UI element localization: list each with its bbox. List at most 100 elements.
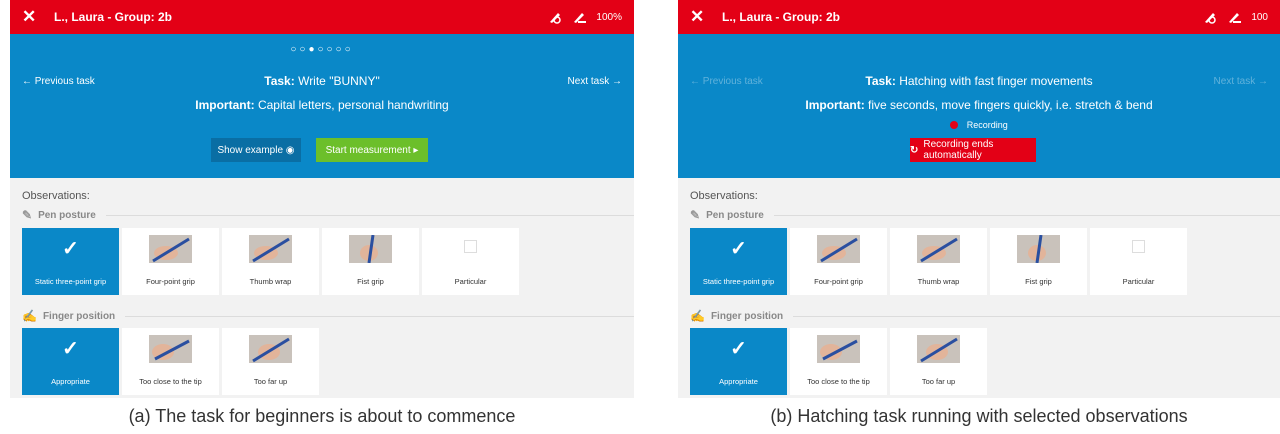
close-icon[interactable]: ✕ bbox=[690, 7, 716, 27]
finger-position-cards: ✓ Appropriate Too close to the tip Too f… bbox=[690, 328, 987, 395]
pen-battery-icon bbox=[574, 13, 587, 23]
recording-dot-icon bbox=[950, 121, 959, 129]
card-label: Appropriate bbox=[719, 377, 758, 386]
app-screen: ✕ L., Laura - Group: 2b 100% ○○●○○○○ ← P… bbox=[10, 0, 634, 398]
pen-posture-icon: ✎ bbox=[690, 208, 701, 222]
grip-photo bbox=[1017, 235, 1060, 263]
grip-photo bbox=[149, 235, 192, 263]
card-particular[interactable]: Particular bbox=[422, 228, 519, 295]
finger-photo bbox=[249, 335, 292, 363]
divider bbox=[125, 315, 634, 317]
task-value: Hatching with fast finger movements bbox=[899, 74, 1093, 88]
task-label: Task: bbox=[865, 74, 896, 88]
card-label: Static three-point grip bbox=[34, 277, 107, 286]
finger-position-label: Finger position bbox=[42, 310, 116, 322]
battery-level: 100 bbox=[1251, 11, 1268, 23]
pen-battery-icon bbox=[1229, 13, 1242, 23]
card-label: Thumb wrap bbox=[917, 277, 960, 286]
card-label: Too close to the tip bbox=[139, 377, 202, 386]
card-label: Too far up bbox=[921, 377, 956, 386]
app-title: L., Laura - Group: 2b bbox=[54, 10, 173, 24]
finger-position-header: ✍ Finger position bbox=[690, 309, 1280, 323]
card-fist-grip[interactable]: Fist grip bbox=[322, 228, 419, 295]
close-icon[interactable]: ✕ bbox=[22, 7, 48, 27]
checkmark-icon: ✓ bbox=[62, 338, 79, 360]
task-line: Task: Hatching with fast finger movement… bbox=[678, 74, 1280, 88]
important-value: Capital letters, personal handwriting bbox=[257, 98, 449, 112]
pen-posture-label: Pen posture bbox=[38, 209, 96, 221]
task-label: Task: bbox=[264, 74, 295, 88]
task-panel: ← Previous task Next task → Task: Hatchi… bbox=[678, 34, 1280, 178]
status-area: 100 bbox=[1203, 10, 1268, 24]
card-thumb-wrap[interactable]: Thumb wrap bbox=[890, 228, 987, 295]
recording-status: Recording bbox=[678, 120, 1280, 130]
card-label: Particular bbox=[1122, 277, 1155, 286]
recording-ends-button[interactable]: ↻ Recording ends automatically bbox=[910, 138, 1036, 162]
empty-checkbox-icon bbox=[1132, 240, 1145, 253]
grip-photo bbox=[917, 235, 960, 263]
task-value: Write "BUNNY" bbox=[298, 74, 380, 88]
figure-b: ✕ L., Laura - Group: 2b 100 ← Previous t… bbox=[678, 0, 1280, 426]
recording-label: Recording bbox=[966, 120, 1008, 130]
checkmark-icon: ✓ bbox=[730, 338, 747, 360]
card-label: Fist grip bbox=[1025, 277, 1052, 286]
card-label: Too close to the tip bbox=[807, 377, 870, 386]
pen-posture-label: Pen posture bbox=[706, 209, 764, 221]
card-static-three-point-grip[interactable]: ✓ Static three-point grip bbox=[690, 228, 787, 295]
card-label: Four-point grip bbox=[146, 277, 195, 286]
card-four-point-grip[interactable]: Four-point grip bbox=[122, 228, 219, 295]
card-too-close-to-tip[interactable]: Too close to the tip bbox=[122, 328, 219, 395]
checkmark-icon: ✓ bbox=[730, 238, 747, 260]
start-measurement-button[interactable]: Start measurement ▸ bbox=[316, 138, 428, 162]
caption-b: (b) Hatching task running with selected … bbox=[770, 406, 1188, 426]
card-appropriate[interactable]: ✓ Appropriate bbox=[690, 328, 787, 395]
pen-posture-icon: ✎ bbox=[22, 208, 33, 222]
card-too-close-to-tip[interactable]: Too close to the tip bbox=[790, 328, 887, 395]
restart-icon: ↻ bbox=[910, 144, 919, 156]
card-label: Static three-point grip bbox=[702, 277, 775, 286]
pen-off-icon bbox=[1205, 13, 1217, 24]
card-static-three-point-grip[interactable]: ✓ Static three-point grip bbox=[22, 228, 119, 295]
caption-a: (a) The task for beginners is about to c… bbox=[128, 406, 516, 426]
card-thumb-wrap[interactable]: Thumb wrap bbox=[222, 228, 319, 295]
finger-photo bbox=[917, 335, 960, 363]
pen-posture-header: ✎ Pen posture bbox=[690, 208, 1280, 222]
card-label: Appropriate bbox=[51, 377, 90, 386]
figure-a: ✕ L., Laura - Group: 2b 100% ○○●○○○○ ← P… bbox=[10, 0, 634, 426]
pen-off-icon bbox=[550, 13, 562, 24]
observations-title: Observations: bbox=[690, 190, 758, 202]
top-bar: ✕ L., Laura - Group: 2b 100 bbox=[678, 0, 1280, 34]
finger-position-icon: ✍ bbox=[690, 309, 705, 323]
grip-photo bbox=[349, 235, 392, 263]
card-label: Four-point grip bbox=[814, 277, 863, 286]
card-too-far-up[interactable]: Too far up bbox=[890, 328, 987, 395]
divider bbox=[105, 214, 634, 216]
important-label: Important: bbox=[195, 98, 255, 112]
card-particular[interactable]: Particular bbox=[1090, 228, 1187, 295]
app-title: L., Laura - Group: 2b bbox=[722, 10, 841, 24]
card-label: Particular bbox=[454, 277, 487, 286]
card-label: Fist grip bbox=[357, 277, 384, 286]
finger-position-label: Finger position bbox=[710, 310, 784, 322]
important-line: Important: Capital letters, personal han… bbox=[10, 98, 634, 112]
card-label: Too far up bbox=[253, 377, 288, 386]
finger-position-icon: ✍ bbox=[22, 309, 37, 323]
important-value: five seconds, move fingers quickly, i.e.… bbox=[868, 98, 1153, 112]
pen-posture-cards: ✓ Static three-point grip Four-point gri… bbox=[22, 228, 519, 295]
task-line: Task: Write "BUNNY" bbox=[10, 74, 634, 88]
divider bbox=[773, 214, 1280, 216]
divider bbox=[793, 315, 1280, 317]
card-too-far-up[interactable]: Too far up bbox=[222, 328, 319, 395]
finger-position-header: ✍ Finger position bbox=[22, 309, 634, 323]
show-example-button[interactable]: Show example ◉ bbox=[211, 138, 301, 162]
grip-photo bbox=[249, 235, 292, 263]
status-area: 100% bbox=[548, 10, 622, 24]
observations-title: Observations: bbox=[22, 190, 90, 202]
important-line: Important: five seconds, move fingers qu… bbox=[678, 98, 1280, 112]
card-fist-grip[interactable]: Fist grip bbox=[990, 228, 1087, 295]
pen-posture-cards: ✓ Static three-point grip Four-point gri… bbox=[690, 228, 1187, 295]
card-four-point-grip[interactable]: Four-point grip bbox=[790, 228, 887, 295]
app-screen: ✕ L., Laura - Group: 2b 100 ← Previous t… bbox=[678, 0, 1280, 398]
page-indicator[interactable]: ○○●○○○○ bbox=[10, 44, 634, 55]
card-appropriate[interactable]: ✓ Appropriate bbox=[22, 328, 119, 395]
